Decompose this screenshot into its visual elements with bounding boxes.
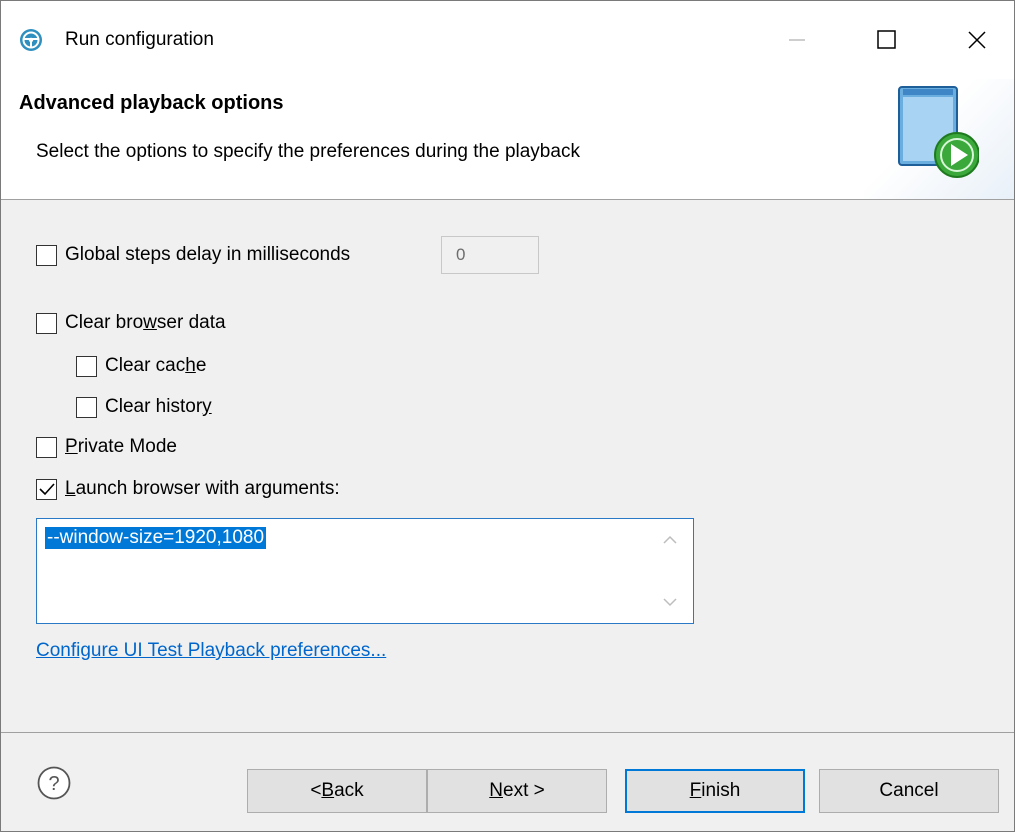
global-delay-checkbox[interactable]: [36, 244, 57, 266]
next-button[interactable]: Next >: [427, 769, 607, 813]
launch-args-label: Launch browser with arguments:: [65, 478, 340, 499]
page-title: Advanced playback options: [19, 92, 284, 114]
clear-browser-data-option[interactable]: Clear browser data: [36, 312, 226, 334]
global-delay-input[interactable]: 0: [441, 236, 539, 274]
clear-browser-data-checkbox[interactable]: [36, 312, 57, 334]
launch-args-option[interactable]: Launch browser with arguments:: [36, 478, 340, 500]
private-mode-label: Private Mode: [65, 436, 177, 457]
private-mode-checkbox[interactable]: [36, 436, 57, 458]
clear-history-label: Clear history: [105, 396, 212, 417]
maximize-icon: [877, 30, 896, 49]
clear-cache-label: Clear cache: [105, 355, 207, 376]
wizard-banner: Advanced playback options Select the opt…: [1, 79, 1014, 200]
clear-history-option[interactable]: Clear history: [76, 396, 212, 418]
back-button[interactable]: < Back: [247, 769, 427, 813]
clear-cache-option[interactable]: Clear cache: [76, 355, 206, 377]
close-icon: [968, 31, 986, 49]
maximize-button[interactable]: [857, 15, 917, 65]
browser-arguments-text: --window-size=1920,1080: [45, 527, 267, 549]
scroll-down-icon[interactable]: [663, 597, 677, 607]
scroll-up-icon[interactable]: [663, 535, 677, 545]
minimize-button[interactable]: [767, 15, 827, 65]
browser-arguments-textarea[interactable]: --window-size=1920,1080: [36, 518, 694, 624]
minimize-icon: [789, 39, 805, 41]
dialog-footer: ? < Back Next > Finish Cancel: [1, 732, 1014, 831]
title-bar: Run configuration: [1, 1, 1014, 79]
clear-history-checkbox[interactable]: [76, 396, 97, 418]
svg-text:?: ?: [48, 773, 59, 795]
cancel-button[interactable]: Cancel: [819, 769, 999, 813]
finish-button[interactable]: Finish: [625, 769, 805, 813]
private-mode-option[interactable]: Private Mode: [36, 436, 177, 458]
clear-browser-data-label: Clear browser data: [65, 312, 226, 333]
run-playback-icon: [898, 86, 979, 178]
checkmark-icon: [38, 483, 55, 496]
clear-cache-checkbox[interactable]: [76, 355, 97, 377]
configure-preferences-link[interactable]: Configure UI Test Playback preferences..…: [36, 640, 386, 662]
global-delay-label: Global steps delay in milliseconds: [65, 244, 351, 265]
global-delay-option[interactable]: Global steps delay in milliseconds: [36, 244, 350, 266]
run-configuration-dialog: Run configuration Advanced playback opti…: [0, 0, 1015, 832]
app-steering-wheel-icon: [20, 29, 42, 51]
window-title: Run configuration: [65, 29, 214, 50]
launch-args-checkbox[interactable]: [36, 478, 57, 500]
page-description: Select the options to specify the prefer…: [36, 141, 580, 162]
help-icon[interactable]: ?: [37, 766, 71, 800]
options-panel: Global steps delay in milliseconds 0 Cle…: [1, 200, 1014, 730]
close-button[interactable]: [947, 15, 1007, 65]
